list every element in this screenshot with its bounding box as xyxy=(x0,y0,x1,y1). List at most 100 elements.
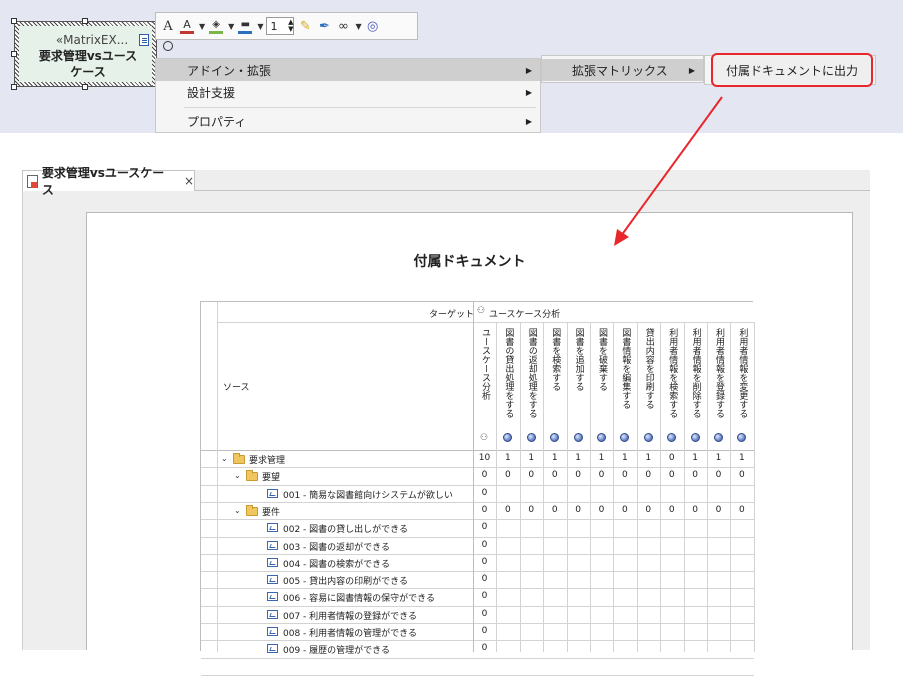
matrix-cell-value[interactable]: 1 xyxy=(613,453,636,463)
matrix-cell-value[interactable]: 0 xyxy=(707,470,730,480)
matrix-cell-value[interactable]: 1 xyxy=(543,453,566,463)
matrix-cell-value[interactable]: 0 xyxy=(473,488,496,498)
matrix-cell-value[interactable]: 0 xyxy=(730,505,753,515)
resize-handle[interactable] xyxy=(11,51,17,57)
matrix-cell-value[interactable]: 0 xyxy=(590,505,613,515)
matrix-cell-value[interactable]: 0 xyxy=(543,470,566,480)
document-icon xyxy=(27,174,38,188)
matrix-grid-line xyxy=(201,657,754,659)
matrix-cell-value[interactable]: 0 xyxy=(684,505,707,515)
matrix-cell-value[interactable]: 0 xyxy=(473,505,496,515)
column-header-label: 貸出内容を印刷する xyxy=(643,328,654,409)
line-width-stepper[interactable]: 1 ▲ ▼ xyxy=(266,17,295,35)
matrix-cell-value[interactable]: 1 xyxy=(730,453,753,463)
font-color-button[interactable]: A xyxy=(179,16,195,36)
matrix-cell-value[interactable]: 0 xyxy=(496,505,519,515)
matrix-grid-line xyxy=(753,322,755,652)
matrix-cell-value[interactable]: 0 xyxy=(473,557,496,567)
requirement-icon xyxy=(267,627,278,636)
stepper-arrows-icon[interactable]: ▲ ▼ xyxy=(288,19,293,33)
line-color-button[interactable]: ▬ xyxy=(237,16,253,36)
matrix-cell-value[interactable]: 0 xyxy=(730,470,753,480)
matrix-cell-value[interactable]: 1 xyxy=(496,453,519,463)
matrix-cell-value[interactable]: 0 xyxy=(613,470,636,480)
matrix-cell-value[interactable]: 0 xyxy=(473,470,496,480)
row-label: 002 - 図書の貸し出しができる xyxy=(283,525,408,536)
menu-item-design-support[interactable]: 設計支援 ▶ xyxy=(156,81,540,103)
chevron-down-icon[interactable]: ▼ xyxy=(355,22,361,31)
usecase-icon xyxy=(503,433,513,442)
chevron-down-icon[interactable]: ⌄ xyxy=(221,454,228,463)
matrix-cell-value[interactable]: 0 xyxy=(520,470,543,480)
matrix-cell-value[interactable]: 0 xyxy=(543,505,566,515)
eyedropper-icon[interactable]: ✒ xyxy=(316,16,332,36)
matrix-cell-value[interactable]: 0 xyxy=(613,505,636,515)
resize-handle[interactable] xyxy=(11,18,17,24)
target-package-label: ユースケース分析 xyxy=(489,310,561,320)
matrix-cell-value[interactable]: 0 xyxy=(473,626,496,636)
matrix-grid-line xyxy=(496,322,498,652)
matrix-cell-value[interactable]: 0 xyxy=(660,505,683,515)
chevron-down-icon[interactable]: ▼ xyxy=(199,22,205,31)
resize-handle[interactable] xyxy=(11,84,17,90)
tab-strip-border xyxy=(195,190,870,191)
matrix-cell-value[interactable]: 0 xyxy=(637,470,660,480)
folder-icon xyxy=(246,470,258,482)
matrix-cell-value[interactable]: 0 xyxy=(473,643,496,653)
font-color-icon: A xyxy=(183,17,191,31)
linked-document-icon[interactable] xyxy=(139,34,149,46)
chevron-down-icon[interactable]: ⌄ xyxy=(234,471,241,480)
matrix-cell-value[interactable]: 0 xyxy=(660,470,683,480)
menu-item-extended-matrix[interactable]: 拡張マトリックス ▶ xyxy=(542,59,703,81)
chevron-down-icon[interactable]: ▼ xyxy=(257,22,263,31)
matrix-cell-value[interactable]: 0 xyxy=(473,574,496,584)
matrix-cell-value[interactable]: 10 xyxy=(473,453,496,463)
matrix-grid-line xyxy=(201,536,754,538)
matrix-cell-value[interactable]: 0 xyxy=(684,470,707,480)
matrix-cell-value[interactable]: 0 xyxy=(567,505,590,515)
menu-divider xyxy=(184,107,536,108)
chevron-down-icon[interactable]: ▼ xyxy=(228,22,234,31)
quick-link-icon[interactable] xyxy=(163,41,173,51)
tab-document[interactable]: 要求管理vsユースケース × xyxy=(22,166,195,197)
menu-item-export-document[interactable]: 付属ドキュメントに出力 xyxy=(711,53,873,87)
matrix-cell-value[interactable]: 0 xyxy=(496,470,519,480)
column-header-label: 利用者情報を検索する xyxy=(667,328,678,418)
matrix-cell-value[interactable]: 1 xyxy=(637,453,660,463)
resize-handle[interactable] xyxy=(82,18,88,24)
row-label: 005 - 貸出内容の印刷ができる xyxy=(283,577,408,588)
glasses-icon[interactable]: ∞ xyxy=(335,16,351,36)
matrix-cell-value[interactable]: 0 xyxy=(473,609,496,619)
column-header-label: 図書を追加する xyxy=(573,328,584,391)
close-icon[interactable]: × xyxy=(184,174,194,188)
matrix-cell-value[interactable]: 0 xyxy=(473,591,496,601)
matrix-cell-value[interactable]: 1 xyxy=(567,453,590,463)
matrix-cell-value[interactable]: 0 xyxy=(707,505,730,515)
matrix-cell-value[interactable]: 1 xyxy=(590,453,613,463)
chevron-down-icon[interactable]: ⌄ xyxy=(234,506,241,515)
matrix-cell-value[interactable]: 0 xyxy=(473,522,496,532)
fill-color-button[interactable]: ◈ xyxy=(208,16,224,36)
matrix-grid-line xyxy=(707,322,708,652)
document-page[interactable]: 付属ドキュメント ターゲット ⚇ ユースケース分析 ソース ユースケース分析 ⚇ 図書の貸出… xyxy=(86,212,853,676)
matrix-cell-value[interactable]: 1 xyxy=(520,453,543,463)
usecase-package-icon: ⚇ xyxy=(480,433,489,443)
matrix-cell-value[interactable]: 0 xyxy=(567,470,590,480)
matrix-cell-value[interactable]: 0 xyxy=(473,540,496,550)
usecase-icon xyxy=(643,433,653,442)
row-label: 006 - 容易に図書情報の保守ができる xyxy=(283,594,435,605)
menu-item-addin[interactable]: アドイン・拡張 ▶ xyxy=(156,59,540,81)
matrix-cell-value[interactable]: 0 xyxy=(590,470,613,480)
matrix-cell-value[interactable]: 0 xyxy=(520,505,543,515)
matrix-cell-value[interactable]: 0 xyxy=(660,453,683,463)
help-icon[interactable]: ◎ xyxy=(365,16,381,36)
matrix-cell-value[interactable]: 1 xyxy=(684,453,707,463)
matrix-cell-value[interactable]: 1 xyxy=(707,453,730,463)
paint-bucket-icon: ◈ xyxy=(212,18,220,30)
menu-item-properties[interactable]: プロパティ ▶ xyxy=(156,110,540,132)
matrix-cell-value[interactable]: 0 xyxy=(637,505,660,515)
resize-handle[interactable] xyxy=(82,84,88,90)
font-button[interactable]: A xyxy=(160,16,176,36)
matrix-element[interactable]: «MatrixEX... 要求管理vsユース ケース xyxy=(14,21,157,87)
format-painter-icon[interactable]: ✎ xyxy=(297,16,313,36)
